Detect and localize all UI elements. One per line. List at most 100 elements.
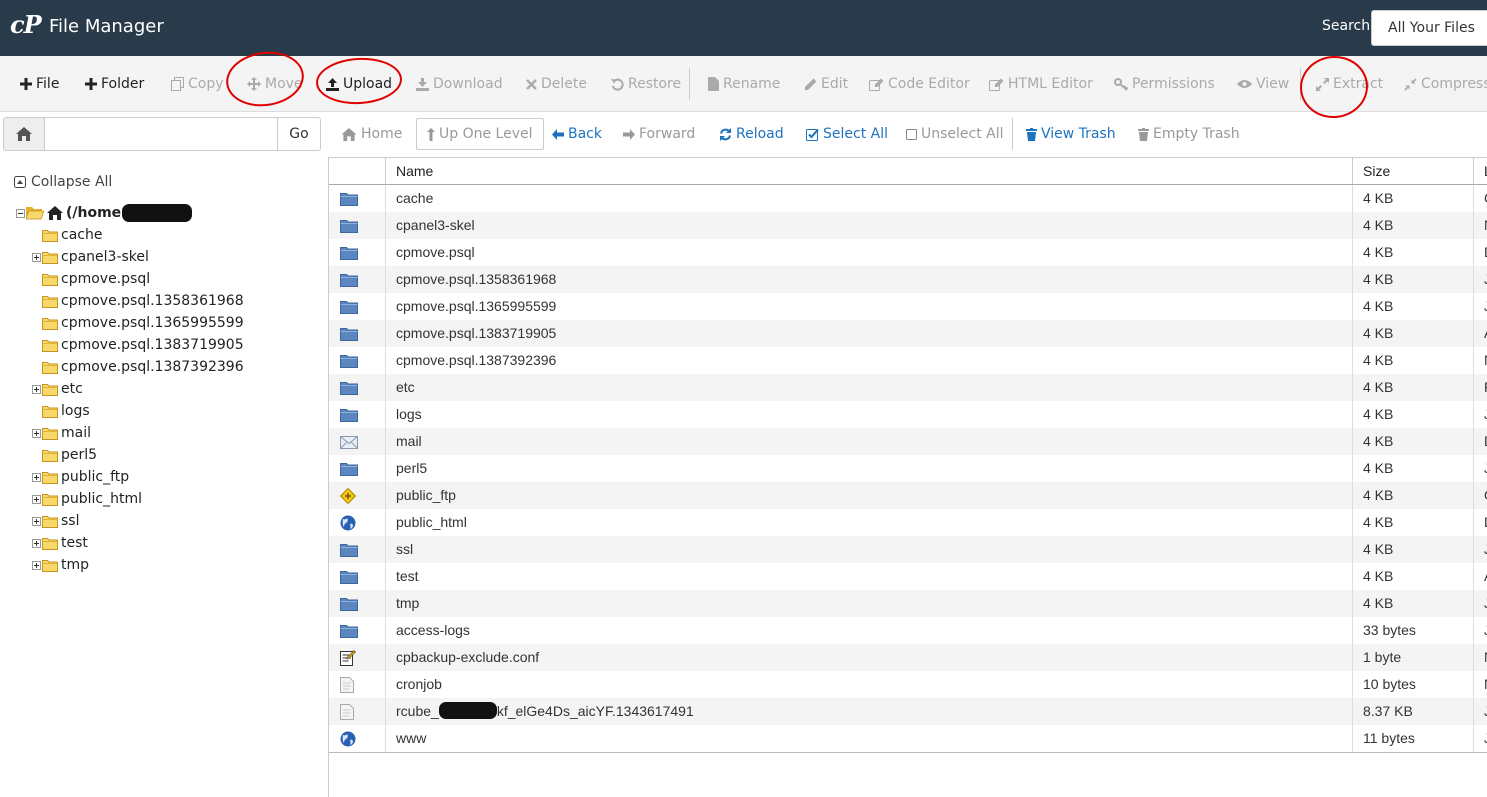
tree-expander[interactable] <box>32 516 41 526</box>
delete-button[interactable]: Delete <box>526 74 587 94</box>
tree-expander[interactable] <box>32 252 41 262</box>
code-editor-button[interactable]: Code Editor <box>869 74 970 94</box>
up-one-level-button[interactable]: Up One Level <box>416 118 544 150</box>
tree-item[interactable]: public_html <box>32 489 142 509</box>
back-button[interactable]: Back <box>552 124 602 144</box>
restore-button[interactable]: Restore <box>611 74 681 94</box>
forward-button[interactable]: Forward <box>623 124 695 144</box>
table-row[interactable]: cpmove.psql.1387392396 4 KBN <box>329 347 1487 374</box>
name-cell[interactable]: public_html <box>385 509 1352 536</box>
name-cell[interactable]: perl5 <box>385 455 1352 482</box>
table-row[interactable]: cpmove.psql.1383719905 4 KBA <box>329 320 1487 347</box>
name-cell[interactable]: www <box>385 725 1352 752</box>
reload-button[interactable]: Reload <box>719 124 784 144</box>
tree-item[interactable]: tmp <box>32 555 89 575</box>
name-cell[interactable]: cpbackup-exclude.conf <box>385 644 1352 671</box>
name-cell[interactable]: cpmove.psql.1365995599 <box>385 293 1352 320</box>
table-row[interactable]: logs 4 KBJ <box>329 401 1487 428</box>
table-row[interactable]: cpmove.psql 4 KBD <box>329 239 1487 266</box>
unselect-all-button[interactable]: Unselect All <box>906 124 1004 144</box>
tree-root[interactable]: (/home <box>16 203 193 223</box>
table-row[interactable]: cpanel3-skel 4 KBN <box>329 212 1487 239</box>
name-cell[interactable]: rcube_ kf_elGe4Ds_aicYF.1343617491 <box>385 698 1352 725</box>
tree-item[interactable]: ssl <box>32 511 79 531</box>
search-scope-select[interactable]: All Your Files <box>1371 10 1487 46</box>
tree-expander[interactable] <box>32 538 41 548</box>
tree-item[interactable]: cpmove.psql.1383719905 <box>32 335 244 355</box>
tree-item[interactable]: public_ftp <box>32 467 129 487</box>
name-cell[interactable]: etc <box>385 374 1352 401</box>
table-row[interactable]: ssl 4 KBJ <box>329 536 1487 563</box>
column-header-last-modified[interactable]: L <box>1473 158 1487 184</box>
name-cell[interactable]: cpmove.psql.1383719905 <box>385 320 1352 347</box>
rename-button[interactable]: Rename <box>708 74 780 94</box>
table-row[interactable]: public_html 4 KBD <box>329 509 1487 536</box>
name-cell[interactable]: ssl <box>385 536 1352 563</box>
tree-item[interactable]: cache <box>32 225 102 245</box>
table-row[interactable]: public_ftp 4 KBO <box>329 482 1487 509</box>
upload-button[interactable]: Upload <box>326 74 392 94</box>
name-cell[interactable]: test <box>385 563 1352 590</box>
name-cell[interactable]: access-logs <box>385 617 1352 644</box>
tree-item[interactable]: test <box>32 533 88 553</box>
name-cell[interactable]: cpanel3-skel <box>385 212 1352 239</box>
table-row[interactable]: mail 4 KBD <box>329 428 1487 455</box>
go-button[interactable]: Go <box>277 117 321 151</box>
name-cell[interactable]: cpmove.psql <box>385 239 1352 266</box>
tree-expander[interactable] <box>16 208 25 218</box>
tree-item[interactable]: mail <box>32 423 91 443</box>
tree-item[interactable]: cpmove.psql.1387392396 <box>32 357 244 377</box>
name-cell[interactable]: mail <box>385 428 1352 455</box>
copy-button[interactable]: Copy <box>171 74 224 94</box>
compress-button[interactable]: Compress <box>1404 74 1487 94</box>
tree-expander[interactable] <box>32 384 41 394</box>
table-row[interactable]: tmp 4 KBJ <box>329 590 1487 617</box>
extract-button[interactable]: Extract <box>1316 74 1383 94</box>
table-row[interactable]: access-logs 33 bytesJ <box>329 617 1487 644</box>
tree-expander[interactable] <box>32 494 41 504</box>
tree-item[interactable]: cpanel3-skel <box>32 247 149 267</box>
tree-item[interactable]: logs <box>32 401 90 421</box>
tree-item[interactable]: perl5 <box>32 445 97 465</box>
name-cell[interactable]: cpmove.psql.1387392396 <box>385 347 1352 374</box>
column-header-size[interactable]: Size <box>1352 158 1473 184</box>
name-cell[interactable]: tmp <box>385 590 1352 617</box>
table-row[interactable]: rcube_ kf_elGe4Ds_aicYF.1343617491 8.37 KB… <box>329 698 1487 725</box>
tree-expander[interactable] <box>32 428 41 438</box>
move-button[interactable]: Move <box>247 74 303 94</box>
table-row[interactable]: cronjob 10 bytesN <box>329 671 1487 698</box>
empty-trash-button[interactable]: Empty Trash <box>1138 124 1240 144</box>
view-trash-button[interactable]: View Trash <box>1026 124 1116 144</box>
cpanel-logo[interactable]: cP <box>10 10 42 40</box>
table-row[interactable]: test 4 KBA <box>329 563 1487 590</box>
tree-expander[interactable] <box>32 560 41 570</box>
tree-item[interactable]: cpmove.psql.1365995599 <box>32 313 244 333</box>
tree-item[interactable]: cpmove.psql.1358361968 <box>32 291 244 311</box>
table-row[interactable]: cache 4 KBC <box>329 185 1487 212</box>
tree-item[interactable]: etc <box>32 379 83 399</box>
table-row[interactable]: perl5 4 KBJ <box>329 455 1487 482</box>
home-nav-button[interactable]: Home <box>341 124 402 144</box>
column-header-name[interactable]: Name <box>385 158 1352 184</box>
name-cell[interactable]: cache <box>385 185 1352 212</box>
html-editor-button[interactable]: HTML Editor <box>989 74 1093 94</box>
new-file-button[interactable]: File <box>20 74 59 94</box>
home-directory-button[interactable] <box>3 117 45 151</box>
download-button[interactable]: Download <box>416 74 503 94</box>
new-folder-button[interactable]: Folder <box>85 74 144 94</box>
edit-button[interactable]: Edit <box>804 74 848 94</box>
table-row[interactable]: www 11 bytesJ <box>329 725 1487 752</box>
table-row[interactable]: cpmove.psql.1358361968 4 KBJ <box>329 266 1487 293</box>
tree-item[interactable]: cpmove.psql <box>32 269 150 289</box>
name-cell[interactable]: logs <box>385 401 1352 428</box>
table-row[interactable]: etc 4 KBF <box>329 374 1487 401</box>
name-cell[interactable]: cpmove.psql.1358361968 <box>385 266 1352 293</box>
table-row[interactable]: cpmove.psql.1365995599 4 KBJ <box>329 293 1487 320</box>
collapse-all-button[interactable]: Collapse All <box>14 172 112 192</box>
permissions-button[interactable]: Permissions <box>1114 74 1215 94</box>
table-row[interactable]: cpbackup-exclude.conf 1 byteN <box>329 644 1487 671</box>
name-cell[interactable]: public_ftp <box>385 482 1352 509</box>
tree-expander[interactable] <box>32 472 41 482</box>
name-cell[interactable]: cronjob <box>385 671 1352 698</box>
select-all-button[interactable]: Select All <box>806 124 888 144</box>
